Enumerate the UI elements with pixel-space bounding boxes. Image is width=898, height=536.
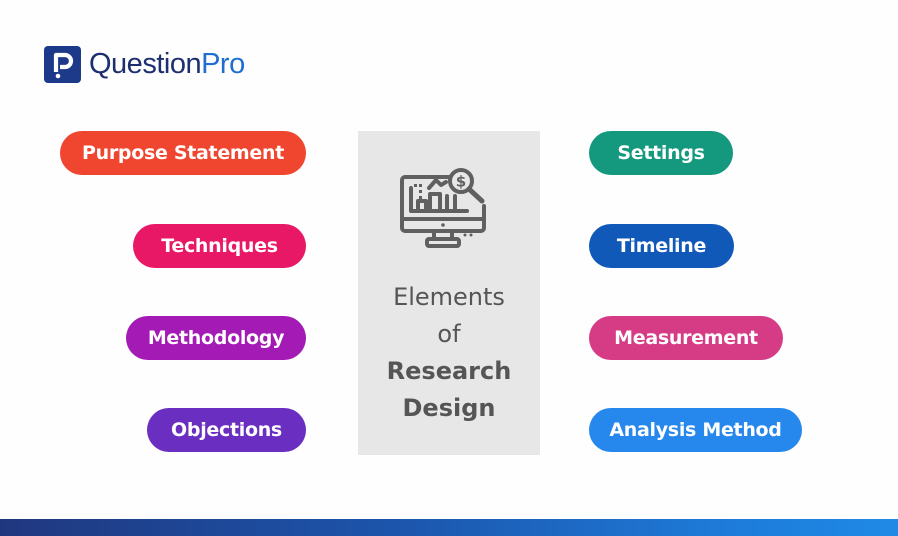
center-title: Elements of Research Design [358, 279, 540, 427]
pill-measurement[interactable]: Measurement [589, 316, 783, 360]
footer-gradient-bar [0, 519, 898, 536]
pill-methodology[interactable]: Methodology [126, 316, 306, 360]
logo-mark-icon [44, 45, 81, 83]
monitor-chart-dollar-magnifier-icon: $ [400, 168, 486, 248]
center-title-line2: of [437, 320, 461, 348]
logo-text-pro: Pro [201, 48, 245, 80]
center-title-line3: Research [386, 357, 512, 385]
logo-text-question: Question [89, 48, 202, 80]
center-title-line1: Elements [393, 283, 505, 311]
pill-objections[interactable]: Objections [147, 408, 306, 452]
pill-purpose-statement[interactable]: Purpose Statement [60, 131, 306, 175]
center-title-line4: Design [402, 394, 496, 422]
logo-wordmark: QuestionPro [89, 45, 245, 83]
pill-analysis-method[interactable]: Analysis Method [589, 408, 802, 452]
pill-settings[interactable]: Settings [589, 131, 733, 175]
center-panel: $ Elements of Research Design [358, 131, 540, 455]
svg-text:$: $ [456, 173, 466, 191]
pill-timeline[interactable]: Timeline [589, 224, 734, 268]
questionpro-logo: QuestionPro [44, 45, 245, 83]
pill-techniques[interactable]: Techniques [133, 224, 306, 268]
